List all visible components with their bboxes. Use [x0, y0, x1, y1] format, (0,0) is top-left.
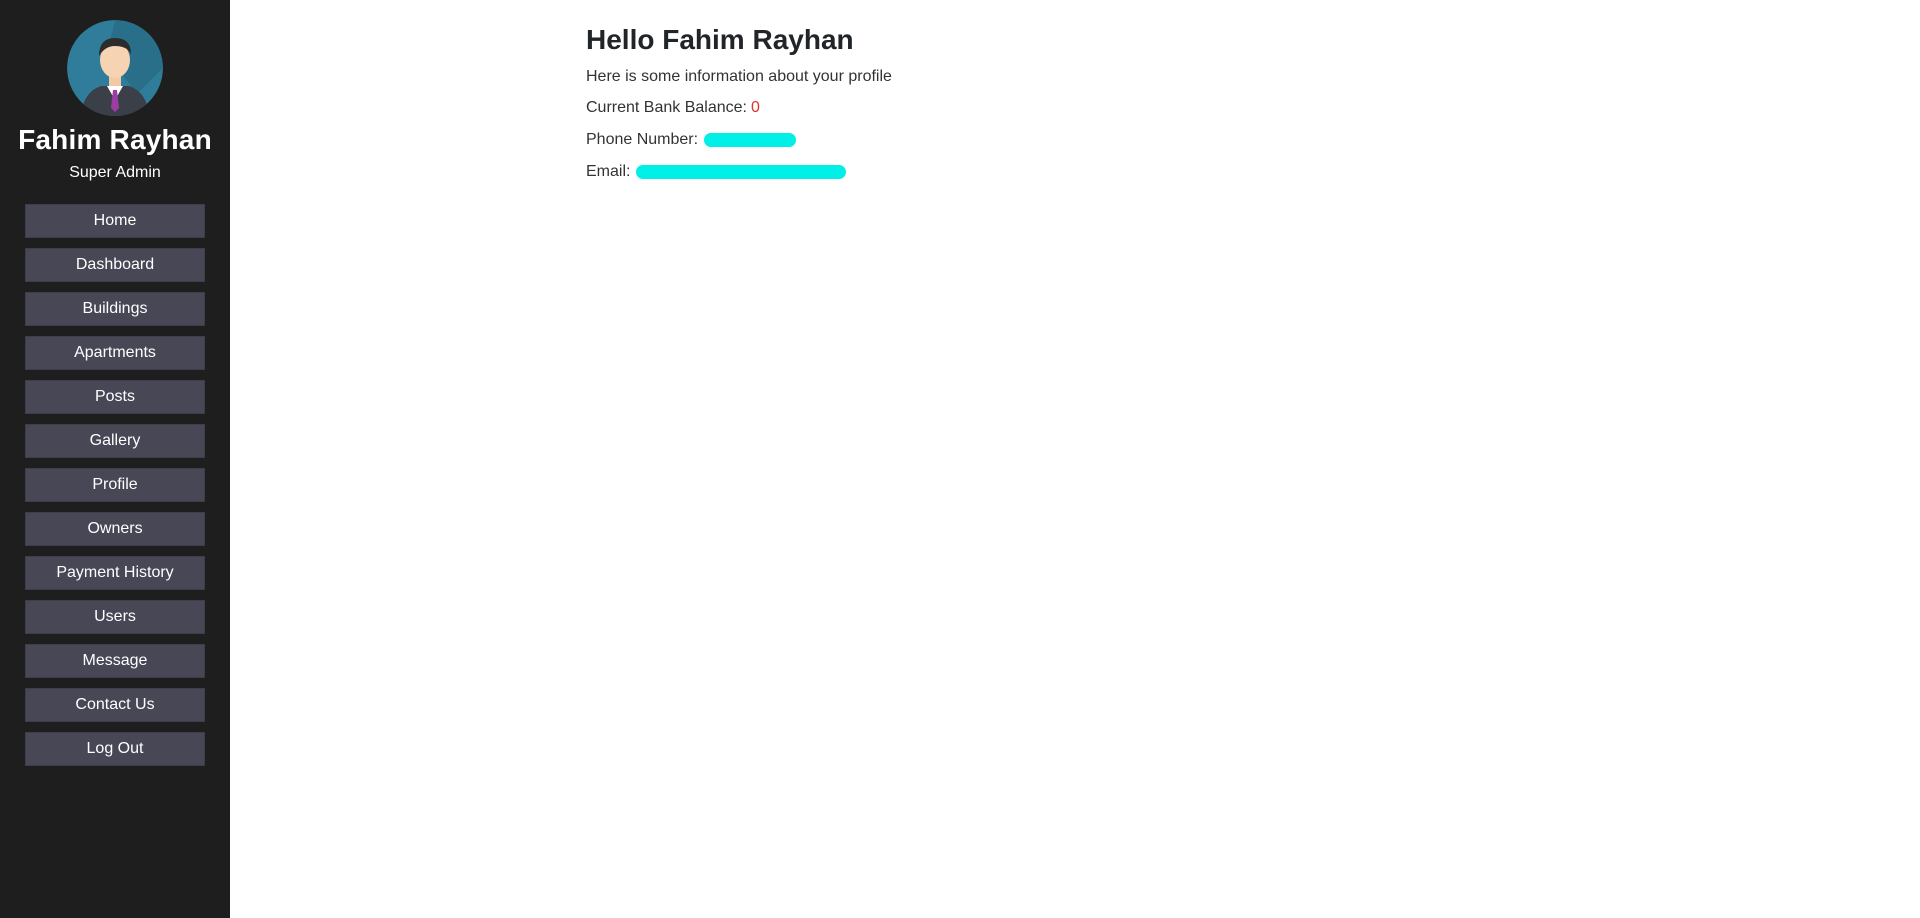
user-name: Fahim Rayhan: [18, 124, 212, 155]
sidebar-nav: Home Dashboard Buildings Apartments Post…: [25, 204, 205, 766]
sidebar: Fahim Rayhan Super Admin Home Dashboard …: [0, 0, 230, 918]
sidebar-item-users[interactable]: Users: [25, 600, 205, 634]
sidebar-item-posts[interactable]: Posts: [25, 380, 205, 414]
user-avatar-icon: [67, 20, 163, 116]
sidebar-item-payment-history[interactable]: Payment History: [25, 556, 205, 590]
sidebar-item-buildings[interactable]: Buildings: [25, 292, 205, 326]
sidebar-item-gallery[interactable]: Gallery: [25, 424, 205, 458]
sidebar-item-contact-us[interactable]: Contact Us: [25, 688, 205, 722]
page-subtitle: Here is some information about your prof…: [586, 68, 892, 85]
phone-label: Phone Number:: [586, 131, 699, 148]
balance-label: Current Bank Balance:: [586, 99, 747, 116]
sidebar-item-message[interactable]: Message: [25, 644, 205, 678]
phone-redaction: [704, 133, 797, 147]
sidebar-item-apartments[interactable]: Apartments: [25, 336, 205, 370]
balance-value: 0: [750, 99, 760, 116]
sidebar-item-log-out[interactable]: Log Out: [25, 732, 205, 766]
sidebar-item-owners[interactable]: Owners: [25, 512, 205, 546]
balance-row: Current Bank Balance: 0: [586, 98, 892, 118]
phone-row: Phone Number:: [586, 130, 892, 150]
sidebar-item-profile[interactable]: Profile: [25, 468, 205, 502]
email-redaction: [636, 165, 847, 179]
user-role: Super Admin: [69, 164, 161, 181]
email-label: Email:: [586, 163, 631, 180]
sidebar-item-home[interactable]: Home: [25, 204, 205, 238]
profile-info: Hello Fahim Rayhan Here is some informat…: [586, 24, 892, 182]
email-row: Email:: [586, 162, 892, 182]
sidebar-item-dashboard[interactable]: Dashboard: [25, 248, 205, 282]
page-title: Hello Fahim Rayhan: [586, 24, 854, 55]
